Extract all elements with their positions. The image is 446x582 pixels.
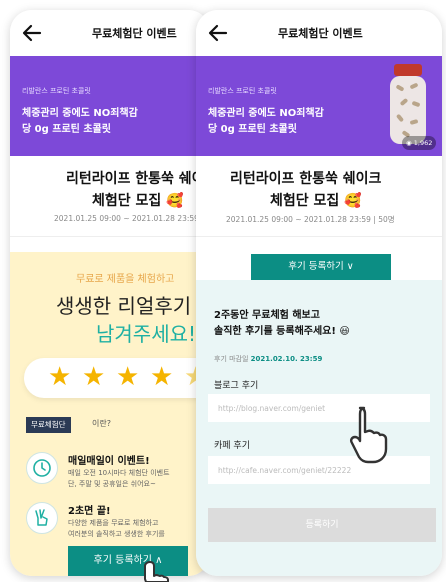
- deadline-label: 후기 마감일: [214, 355, 249, 363]
- star-icon: ★: [82, 362, 106, 392]
- page-title: 무료체험단 이벤트: [278, 27, 363, 40]
- view-count: 1,962: [413, 139, 433, 147]
- banner-brand-label: 리발란스 프로틴 초콜릿: [22, 87, 91, 95]
- free-trial-tag-tail: 이란?: [92, 419, 111, 428]
- feature-title: 매일매일이 이벤트!: [68, 456, 150, 467]
- free-trial-tag: 무료체험단: [26, 417, 71, 433]
- feature-desc: 다양한 제품을 무료로 체험하고: [68, 519, 159, 527]
- cafe-review-label: 카페 후기: [214, 441, 250, 451]
- back-arrow-icon[interactable]: [206, 21, 230, 45]
- promo-section: 무료로 제품을 체험하고 생생한 리얼후기 남겨주세요! ★ ★ ★ ★ ★ 무…: [10, 252, 210, 576]
- header-bar: 무료체험단 이벤트: [10, 10, 210, 56]
- star-icon: ★: [48, 362, 72, 392]
- star-rating-card: ★ ★ ★ ★ ★: [24, 358, 210, 398]
- banner-headline-2: 당 0g 프로틴 초콜릿: [22, 124, 111, 135]
- submit-review-button[interactable]: 등록하기: [208, 508, 436, 542]
- banner-headline-1: 체중관리 중에도 NO죄책감: [208, 108, 324, 119]
- event-title-line-1: 리턴라이프 한통쑥 쉐이크: [230, 171, 382, 187]
- star-icon: ★: [116, 362, 140, 392]
- review-tab-button[interactable]: 후기 등록하기 ∨: [251, 254, 391, 280]
- banner-brand-label: 리발란스 프로틴 초콜릿: [208, 87, 277, 95]
- banner-headline-1: 체중관리 중에도 NO죄책감: [22, 108, 138, 119]
- back-arrow-icon[interactable]: [20, 21, 44, 45]
- review-deadline: 후기 마감일 2021.02.10. 23:59: [214, 354, 322, 364]
- promo-subtitle: 무료로 제품을 체험하고: [76, 274, 175, 285]
- star-icon: ★: [150, 362, 174, 392]
- blog-review-label: 블로그 후기: [214, 381, 259, 391]
- divider: [196, 236, 442, 237]
- view-count-badge: ◉ 1,962: [402, 136, 437, 150]
- event-title-line-2: 체험단 모집 🥰: [92, 193, 184, 209]
- event-period: 2021.01.25 09:00 ~ 2021.01.28 23:59 | 50…: [226, 215, 395, 224]
- event-banner[interactable]: 리발란스 프로틴 초콜릿 체중관리 중에도 NO죄책감 당 0g 프로틴 초콜릿: [10, 56, 210, 156]
- divider: [10, 236, 210, 237]
- promo-headline-2: 남겨주세요!: [96, 322, 197, 346]
- eye-icon: ◉: [406, 139, 414, 147]
- feature-desc: 매일 오전 10시마다 체험단 이벤트: [68, 469, 170, 477]
- event-title-line-1: 리턴라이프 한통쑥 쉐이: [66, 171, 205, 187]
- deadline-date: 2021.02.10. 23:59: [250, 355, 323, 363]
- guide-text-1: 2주동안 무료체험 해보고: [214, 310, 320, 321]
- feature-title: 2초면 끝!: [68, 506, 111, 517]
- front-phone-screen: 무료체험단 이벤트 리발란스 프로틴 초콜릿 체중관리 중에도 NO죄책감 당 …: [196, 10, 442, 576]
- back-phone-screen: 무료체험단 이벤트 리발란스 프로틴 초콜릿 체중관리 중에도 NO죄책감 당 …: [10, 10, 210, 576]
- header-bar: 무료체험단 이벤트: [196, 10, 442, 56]
- event-title-line-2: 체험단 모집 🥰: [270, 193, 362, 209]
- pointing-hand-icon: [350, 406, 388, 464]
- banner-headline-2: 당 0g 프로틴 초콜릿: [208, 124, 297, 135]
- guide-text-2: 솔직한 후기를 등록해주세요! 😃: [214, 326, 350, 337]
- feature-desc: 여러분의 솔직하고 생생한 후기를: [68, 530, 165, 538]
- promo-headline-1: 생생한 리얼후기: [56, 294, 192, 318]
- event-period: 2021.01.25 09:00 ~ 2021.01.28 23:59: [54, 214, 199, 223]
- feature-desc: 단, 주말 및 공휴일은 쉬어요~: [68, 480, 156, 488]
- victory-hand-icon: [26, 502, 58, 534]
- pointing-hand-icon: [144, 561, 169, 582]
- page-title: 무료체험단 이벤트: [92, 27, 177, 40]
- clock-icon: [26, 452, 58, 484]
